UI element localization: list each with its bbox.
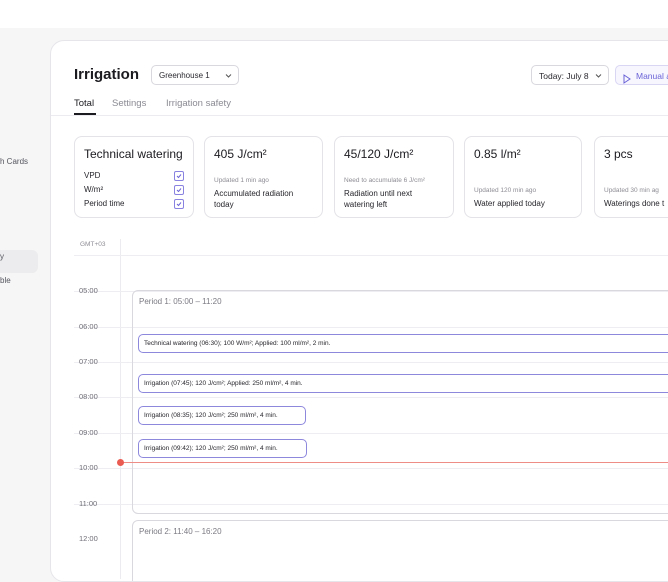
hour-label: 12:00 bbox=[79, 534, 98, 543]
greenhouse-select[interactable]: Greenhouse 1 bbox=[151, 65, 239, 85]
current-time-line bbox=[120, 462, 668, 463]
sidebar-item-active[interactable] bbox=[0, 250, 38, 273]
tab-irrigation-safety[interactable]: Irrigation safety bbox=[166, 98, 231, 109]
period-label: Period 1: 05:00 – 11:20 bbox=[139, 297, 222, 306]
chevron-down-icon bbox=[225, 66, 232, 94]
sidebar-item-2[interactable]: y bbox=[0, 252, 4, 261]
card-description: Radiation until next watering left bbox=[344, 189, 413, 209]
accumulate-card: 45/120 J/cm² Need to accumulate 6 J/cm² … bbox=[334, 136, 454, 218]
card-updated: Updated 30 min ag bbox=[604, 187, 659, 194]
hour-label: 08:00 bbox=[79, 392, 98, 401]
sidebar: h Cards y ble bbox=[0, 28, 50, 560]
checkbox-checked-icon[interactable] bbox=[174, 171, 184, 181]
event-irrigation[interactable]: Irrigation (08:35); 120 J/cm²; 250 ml/m²… bbox=[138, 406, 306, 425]
card-hint: Need to accumulate 6 J/cm² bbox=[344, 177, 425, 184]
main-panel: Irrigation Greenhouse 1 Today: July 8 Ma… bbox=[50, 40, 668, 582]
time-axis-divider bbox=[120, 239, 121, 579]
top-bar bbox=[0, 0, 668, 28]
timezone-label: GMT+03 bbox=[80, 241, 106, 248]
date-select-value: Today: July 8 bbox=[539, 71, 589, 81]
hour-label: 10:00 bbox=[79, 463, 98, 472]
card-value: 3 pcs bbox=[604, 147, 633, 161]
card-value: 405 J/cm² bbox=[214, 147, 267, 161]
check-label: Period time bbox=[84, 199, 125, 208]
waterings-count-card: 3 pcs Updated 30 min ag Waterings done t bbox=[594, 136, 668, 218]
tabs-divider bbox=[51, 115, 668, 116]
card-value: 45/120 J/cm² bbox=[344, 147, 414, 161]
card-updated: Updated 120 min ago bbox=[474, 187, 537, 194]
manual-watering-button[interactable]: Manual a bbox=[615, 65, 668, 85]
chevron-down-icon bbox=[595, 66, 602, 94]
card-title: Technical watering bbox=[84, 147, 183, 161]
period-block[interactable]: Period 2: 11:40 – 16:20 bbox=[132, 520, 668, 581]
page-title: Irrigation bbox=[74, 66, 140, 83]
card-description: Waterings done t bbox=[604, 199, 665, 208]
check-label: VPD bbox=[84, 171, 101, 180]
date-select[interactable]: Today: July 8 bbox=[531, 65, 609, 85]
check-row-wm2[interactable]: W/m² bbox=[84, 185, 184, 195]
checkbox-checked-icon[interactable] bbox=[174, 199, 184, 209]
event-irrigation[interactable]: Irrigation (09:42); 120 J/cm²; 250 ml/m²… bbox=[138, 439, 307, 458]
event-technical-watering[interactable]: Technical watering (06:30); 100 W/m²; Ap… bbox=[138, 334, 668, 353]
check-row-period-time[interactable]: Period time bbox=[84, 199, 184, 209]
greenhouse-select-value: Greenhouse 1 bbox=[159, 71, 210, 80]
water-applied-card: 0.85 l/m² Updated 120 min ago Water appl… bbox=[464, 136, 582, 218]
period-label: Period 2: 11:40 – 16:20 bbox=[139, 527, 222, 536]
grid-line bbox=[74, 255, 668, 256]
checkbox-checked-icon[interactable] bbox=[174, 185, 184, 195]
card-updated: Updated 1 min ago bbox=[214, 177, 269, 184]
card-description: Accumulated radiation today bbox=[214, 189, 294, 209]
event-irrigation[interactable]: Irrigation (07:45); 120 J/cm²; Applied: … bbox=[138, 374, 668, 393]
check-label: W/m² bbox=[84, 185, 104, 194]
hour-label: 09:00 bbox=[79, 428, 98, 437]
hour-label: 06:00 bbox=[79, 322, 98, 331]
radiation-card: 405 J/cm² Updated 1 min ago Accumulated … bbox=[204, 136, 323, 218]
technical-watering-card: Technical watering VPD W/m² Period time bbox=[74, 136, 194, 218]
hour-label: 07:00 bbox=[79, 357, 98, 366]
card-description: Water applied today bbox=[474, 199, 545, 208]
manual-button-label: Manual a bbox=[636, 71, 668, 81]
card-value: 0.85 l/m² bbox=[474, 147, 521, 161]
check-row-vpd[interactable]: VPD bbox=[84, 171, 184, 181]
play-icon bbox=[623, 71, 631, 91]
sidebar-item-3[interactable]: ble bbox=[0, 276, 11, 285]
period-block[interactable]: Period 1: 05:00 – 11:20 bbox=[132, 290, 668, 514]
tab-total[interactable]: Total bbox=[74, 98, 94, 109]
hour-label: 05:00 bbox=[79, 286, 98, 295]
sidebar-item-cards[interactable]: h Cards bbox=[0, 157, 28, 166]
hour-label: 11:00 bbox=[79, 499, 98, 508]
current-time-dot bbox=[117, 459, 124, 466]
tab-settings[interactable]: Settings bbox=[112, 98, 146, 109]
